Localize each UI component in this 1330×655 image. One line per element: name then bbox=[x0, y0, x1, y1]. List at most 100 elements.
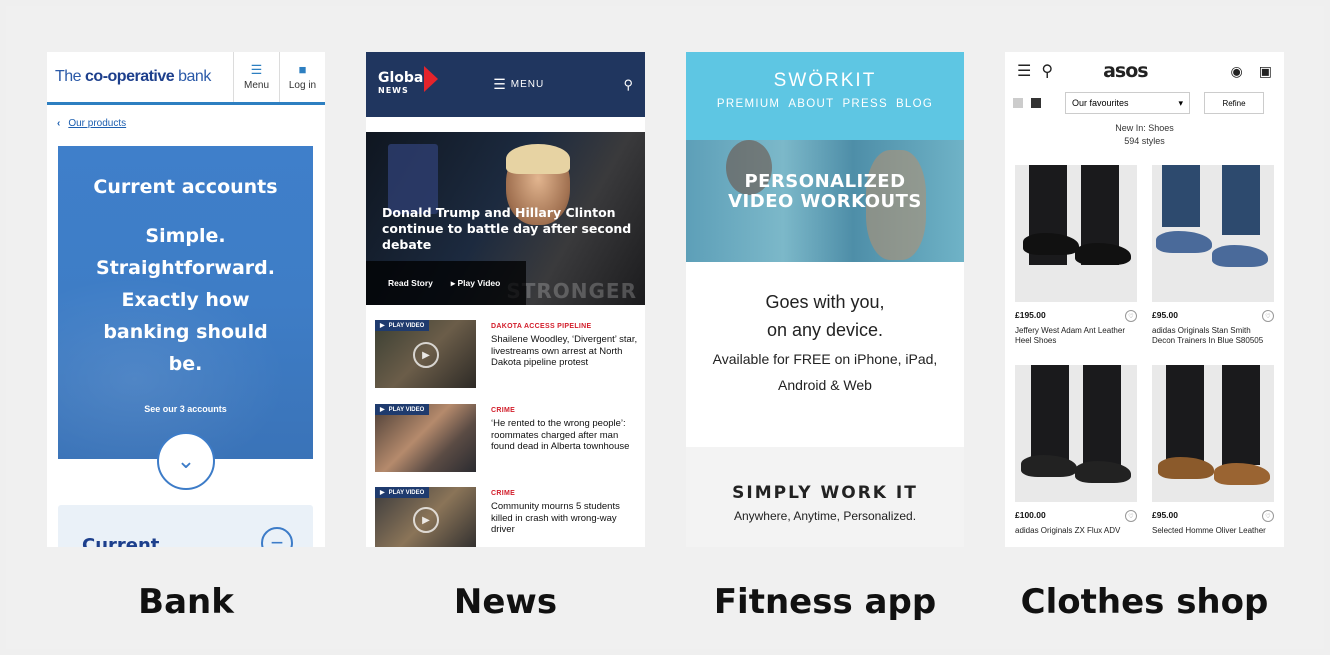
product-card[interactable]: £95.00 ♡ Selected Homme Oliver Leather bbox=[1152, 365, 1274, 536]
shoe-shape bbox=[1212, 245, 1268, 267]
asos-logo[interactable]: asos bbox=[1103, 60, 1148, 82]
hamburger-icon: ☰ bbox=[250, 62, 263, 77]
availability-text: Available for FREE on iPhone, iPad, Andr… bbox=[712, 351, 938, 393]
badge-label: PLAY VIDEO bbox=[388, 489, 425, 496]
news-thumbnail[interactable]: ▶ PLAY VIDEO ▶ bbox=[375, 320, 476, 388]
caption-clothes-shop: Clothes shop bbox=[1020, 582, 1269, 622]
news-menu-button[interactable]: ☰ MENU bbox=[493, 76, 544, 93]
news-title[interactable]: Shailene Woodley, ‘Divergent’ star, live… bbox=[491, 334, 641, 369]
caret-down-icon: ▾ bbox=[1178, 97, 1183, 108]
sworkit-logo[interactable]: SWÖRKIT bbox=[686, 52, 964, 92]
bank-hero: Current accounts Simple. Straightforward… bbox=[58, 146, 313, 459]
hero-person-hair bbox=[506, 144, 570, 174]
news-hero[interactable]: STRONGER Donald Trump and Hillary Clinto… bbox=[366, 132, 645, 305]
nav-press[interactable]: PRESS bbox=[842, 98, 888, 110]
news-list-item[interactable]: ▶ PLAY VIDEO CRIME ‘He rented to the wron… bbox=[366, 404, 645, 476]
leg-shape bbox=[1083, 365, 1121, 465]
sort-value: Our favourites bbox=[1072, 98, 1129, 108]
feature-line: on any device. bbox=[766, 320, 884, 340]
product-card[interactable]: £195.00 ♡ Jeffery West Adam Ant Leather … bbox=[1015, 165, 1137, 346]
product-image[interactable] bbox=[1152, 165, 1274, 302]
search-icon[interactable]: ⚲ bbox=[1041, 61, 1053, 81]
bank-screenshot: The co-operative bank ☰ Menu ■ Log in ‹ … bbox=[47, 52, 325, 547]
bank-menu-label: Menu bbox=[243, 80, 269, 91]
product-price-row: £195.00 ♡ bbox=[1015, 310, 1137, 322]
feature-line: Goes with you, bbox=[765, 292, 885, 312]
bank-login-button[interactable]: ■ Log in bbox=[279, 52, 325, 102]
product-price-row: £100.00 ♡ bbox=[1015, 510, 1137, 522]
news-category[interactable]: CRIME bbox=[491, 490, 515, 497]
hero-flag-image bbox=[388, 144, 438, 214]
save-heart-icon[interactable]: ♡ bbox=[1262, 310, 1274, 322]
play-icon: ▶ bbox=[380, 323, 385, 329]
play-video-button[interactable]: ▸ Play Video bbox=[451, 278, 500, 289]
asos-header-actions: ◉ ▣ bbox=[1231, 63, 1272, 80]
list-view-icon[interactable] bbox=[1013, 98, 1023, 108]
bag-icon[interactable]: ▣ bbox=[1259, 63, 1272, 80]
product-price: £95.00 bbox=[1152, 310, 1178, 320]
product-image[interactable] bbox=[1015, 365, 1137, 502]
collapse-icon[interactable]: − bbox=[261, 527, 293, 547]
product-card[interactable]: £100.00 ♡ adidas Originals ZX Flux ADV bbox=[1015, 365, 1137, 536]
breadcrumb[interactable]: ‹ Our products bbox=[47, 105, 325, 141]
refine-button[interactable]: Refine bbox=[1204, 92, 1264, 114]
product-price: £100.00 bbox=[1015, 510, 1046, 520]
news-list-item[interactable]: ▶ PLAY VIDEO ▶ DAKOTA ACCESS PIPELINE Sha… bbox=[366, 320, 645, 392]
news-list-item[interactable]: ▶ PLAY VIDEO ▶ CRIME Community mourns 5 s… bbox=[366, 487, 645, 547]
play-circle-icon: ▶ bbox=[413, 342, 439, 368]
asos-screenshot: ☰ ⚲ asos ◉ ▣ Our favourites ▾ Refine New… bbox=[1005, 52, 1284, 547]
category-label: New In: Shoes bbox=[1115, 123, 1174, 133]
caption-fitness: Fitness app bbox=[713, 582, 937, 622]
leg-shape bbox=[1162, 165, 1200, 227]
hero-headline[interactable]: Donald Trump and Hillary Clinton continu… bbox=[382, 205, 632, 253]
hero-tagline: Simple. Straightforward. Exactly how ban… bbox=[58, 220, 313, 380]
save-heart-icon[interactable]: ♡ bbox=[1262, 510, 1274, 522]
product-card[interactable]: £95.00 ♡ adidas Originals Stan Smith Dec… bbox=[1152, 165, 1274, 346]
fitness-screenshot: SWÖRKIT PREMIUM ABOUT PRESS BLOG PERSONA… bbox=[686, 52, 964, 547]
news-thumbnail[interactable]: ▶ PLAY VIDEO ▶ bbox=[375, 487, 476, 547]
search-icon[interactable]: ⚲ bbox=[623, 77, 633, 93]
shoe-shape bbox=[1023, 233, 1079, 255]
grid-view-icon[interactable] bbox=[1031, 98, 1041, 108]
news-title[interactable]: ‘He rented to the wrong people’: roommat… bbox=[491, 418, 641, 453]
sort-select[interactable]: Our favourites ▾ bbox=[1065, 92, 1190, 114]
read-story-button[interactable]: Read Story bbox=[388, 278, 433, 288]
bank-logo[interactable]: The co-operative bank bbox=[47, 68, 233, 86]
product-name[interactable]: adidas Originals Stan Smith Decon Traine… bbox=[1152, 326, 1274, 346]
news-menu-label: MENU bbox=[510, 79, 545, 90]
nav-premium[interactable]: PREMIUM bbox=[717, 98, 780, 110]
bank-menu-button[interactable]: ☰ Menu bbox=[233, 52, 279, 102]
breadcrumb-link[interactable]: Our products bbox=[68, 118, 126, 129]
product-name[interactable]: Jeffery West Adam Ant Leather Heel Shoes bbox=[1015, 326, 1137, 346]
hamburger-icon: ☰ bbox=[493, 76, 507, 92]
account-card-title: Current bbox=[82, 535, 160, 547]
product-name[interactable]: Selected Homme Oliver Leather bbox=[1152, 526, 1274, 536]
product-price: £195.00 bbox=[1015, 310, 1046, 320]
news-category[interactable]: DAKOTA ACCESS PIPELINE bbox=[491, 323, 591, 330]
see-accounts-link[interactable]: See our 3 accounts bbox=[58, 404, 313, 414]
bank-logo-bold: co-operative bbox=[85, 68, 175, 85]
save-heart-icon[interactable]: ♡ bbox=[1125, 310, 1137, 322]
play-video-badge: ▶ PLAY VIDEO bbox=[375, 404, 430, 415]
account-card[interactable]: Current − bbox=[58, 505, 313, 547]
hamburger-icon[interactable]: ☰ bbox=[1017, 61, 1031, 81]
product-image[interactable] bbox=[1015, 165, 1137, 302]
leg-shape bbox=[1166, 365, 1204, 465]
account-icon[interactable]: ◉ bbox=[1231, 63, 1243, 80]
scroll-down-button[interactable]: ⌄ bbox=[157, 432, 215, 490]
nav-about[interactable]: ABOUT bbox=[788, 98, 834, 110]
product-name[interactable]: adidas Originals ZX Flux ADV bbox=[1015, 526, 1137, 536]
global-news-logo[interactable]: Global NEWS bbox=[378, 66, 438, 97]
news-thumbnail[interactable]: ▶ PLAY VIDEO bbox=[375, 404, 476, 472]
leg-shape bbox=[1222, 165, 1260, 235]
news-title[interactable]: Community mourns 5 students killed in cr… bbox=[491, 501, 641, 536]
news-logo-text: Global bbox=[378, 70, 429, 86]
bank-login-label: Log in bbox=[288, 80, 317, 91]
leg-shape bbox=[1222, 365, 1260, 465]
nav-blog[interactable]: BLOG bbox=[896, 98, 933, 110]
product-image[interactable] bbox=[1152, 365, 1274, 502]
save-heart-icon[interactable]: ♡ bbox=[1125, 510, 1137, 522]
tagline-line: be. bbox=[168, 353, 203, 375]
news-category[interactable]: CRIME bbox=[491, 407, 515, 414]
bank-header: The co-operative bank ☰ Menu ■ Log in bbox=[47, 52, 325, 105]
